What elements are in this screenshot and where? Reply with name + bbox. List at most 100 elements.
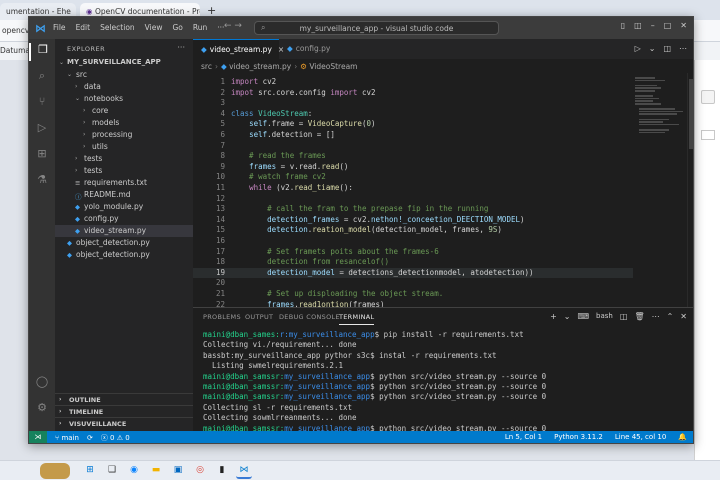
outline-section[interactable]: › OUTLINE	[55, 393, 193, 405]
tree-folder[interactable]: › core	[55, 105, 193, 117]
tree-file[interactable]: ≡ requirements.txt	[55, 177, 193, 189]
back-arrow-icon[interactable]: ←	[224, 21, 232, 31]
testing-flask-icon[interactable]: ⚗	[33, 173, 51, 191]
tree-folder[interactable]: ⌄ notebooks	[55, 93, 193, 105]
remote-indicator-icon[interactable]: ⋊	[29, 431, 47, 443]
maximize-panel-icon[interactable]: ⌃	[667, 312, 674, 321]
browser-address-fragment[interactable]: opencv	[2, 26, 29, 35]
close-panel-icon[interactable]: ✕	[680, 312, 687, 321]
code-line[interactable]: frames = v.read.read()	[231, 162, 348, 171]
visuveillance-section[interactable]: › VISUVEILLANCE	[55, 417, 193, 429]
panel-tab-problems[interactable]: PROBLEMS	[203, 313, 241, 321]
tree-folder[interactable]: › data	[55, 81, 193, 93]
task-view-icon[interactable]: ❑	[104, 463, 120, 479]
explorer-icon[interactable]: ❐	[29, 43, 55, 61]
account-icon[interactable]: ◯	[33, 375, 51, 393]
menu-item-file[interactable]: File	[53, 23, 66, 32]
close-window-button[interactable]: ✕	[680, 21, 687, 30]
menu-item-go[interactable]: Go	[172, 23, 182, 32]
panel-tab-output[interactable]: OUTPUT	[245, 313, 273, 321]
extensions-icon[interactable]: ⊞	[33, 147, 51, 165]
command-center-search[interactable]: ⌕ my_surveillance_app - visual studio cod…	[254, 21, 499, 35]
editor-scrollbar[interactable]	[687, 73, 693, 307]
code-line[interactable]: import cv2	[231, 77, 276, 86]
split-terminal-icon[interactable]: ◫	[620, 312, 628, 321]
breadcrumb-item[interactable]: video_stream.py	[229, 62, 291, 71]
file-explorer-icon[interactable]: ▬	[148, 463, 164, 479]
shell-name[interactable]: bash	[596, 312, 613, 321]
code-line[interactable]: impot src.core.config import cv2	[231, 88, 376, 97]
code-line[interactable]: # Set up disploading the object stream.	[231, 289, 443, 298]
code-line[interactable]: frames.read1ontion(frames)	[231, 300, 384, 307]
menu-item-run[interactable]: Run	[193, 23, 207, 32]
menu-item-edit[interactable]: Edit	[76, 23, 91, 32]
tree-folder[interactable]: ⌄ src	[55, 69, 193, 81]
maximize-button[interactable]: □	[664, 21, 672, 30]
tree-folder[interactable]: › tests	[55, 165, 193, 177]
python-interpreter[interactable]: Python 3.11.2	[554, 433, 603, 441]
search-icon[interactable]: ⌕	[33, 69, 51, 87]
tree-folder[interactable]: › models	[55, 117, 193, 129]
code-line[interactable]: # Set framets poits about the frames-6	[231, 247, 439, 256]
code-line[interactable]: detection_model = detections_detectionmo…	[231, 268, 533, 277]
windows-start-icon[interactable]: ⊞	[82, 463, 98, 479]
more-actions-icon[interactable]: ···	[177, 43, 185, 52]
code-line[interactable]: # read the frames	[231, 151, 326, 160]
notifications-bell-icon[interactable]: 🔔	[678, 433, 687, 441]
more-actions-icon[interactable]: ⋯	[679, 44, 687, 53]
tree-file[interactable]: ⓘ README.md	[55, 189, 193, 201]
layout-split-icon[interactable]: ◫	[634, 21, 642, 30]
breadcrumb-item[interactable]: src	[201, 62, 212, 71]
code-line[interactable]: # call the fram to the prepase fip in th…	[231, 204, 488, 213]
tree-folder[interactable]: › tests	[55, 153, 193, 165]
edge-browser-icon[interactable]: ◉	[126, 463, 142, 479]
panel-tab-terminal[interactable]: TERMINAL	[339, 313, 375, 325]
add-terminal-icon[interactable]: +	[550, 312, 557, 321]
code-line[interactable]: while (v2.read_tiame():	[231, 183, 353, 192]
problems-count[interactable]: ⓧ 0 ⚠ 0	[101, 433, 130, 443]
code-editor[interactable]: 1 import cv2 2 impot src.core.config import…	[193, 73, 693, 307]
line-col-indicator[interactable]: Line 45, col 10	[615, 433, 666, 441]
tree-file[interactable]: ◆ config.py	[55, 213, 193, 225]
split-editor-icon[interactable]: ◫	[663, 44, 671, 53]
code-line[interactable]: class VideoStream:	[231, 109, 312, 118]
trash-icon[interactable]: 🗑	[634, 312, 644, 321]
forward-arrow-icon[interactable]: →	[234, 21, 242, 31]
branch-indicator[interactable]: ⑂ main	[55, 434, 79, 442]
tree-root-folder[interactable]: ⌄ MY_SURVEILLANCE_APP	[55, 57, 193, 69]
code-line[interactable]: self.detection = []	[231, 130, 335, 139]
scrollbar-thumb[interactable]	[689, 79, 693, 149]
timeline-section[interactable]: › TIMELINE	[55, 405, 193, 417]
run-debug-icon[interactable]: ▷	[33, 121, 51, 139]
gear-icon[interactable]: ⚙	[33, 401, 51, 419]
tree-file[interactable]: ◆ object_detection.py	[55, 249, 193, 261]
source-control-icon[interactable]: ⑂	[33, 95, 51, 113]
minimize-button[interactable]: –	[651, 21, 655, 30]
terminal-app-icon[interactable]: ▮	[214, 463, 230, 479]
panel-tab-debug-console[interactable]: DEBUG CONSOLE	[279, 313, 340, 321]
menu-item-view[interactable]: View	[145, 23, 163, 32]
menu-item-selection[interactable]: Selection	[100, 23, 135, 32]
tab-video-stream[interactable]: ◆ video_stream.py ×	[193, 39, 284, 59]
code-line[interactable]: self.frame = VideoCapture(0)	[231, 119, 375, 128]
tree-file[interactable]: ◆ object_detection.py	[55, 237, 193, 249]
breadcrumb-item[interactable]: VideoStream	[309, 62, 357, 71]
tab-config[interactable]: ◆ config.py	[279, 39, 351, 59]
code-line[interactable]: detection from resancelof()	[231, 257, 389, 266]
code-line[interactable]: detection_frames = cv2.nethon!_conceetio…	[231, 215, 524, 224]
tree-file[interactable]: ◆ yolo_module.py	[55, 201, 193, 213]
minimap[interactable]	[633, 77, 683, 137]
run-icon[interactable]: ▷	[635, 44, 641, 53]
sync-icon[interactable]: ⟳	[87, 434, 93, 442]
store-icon[interactable]: ▣	[170, 463, 186, 479]
tree-folder[interactable]: › processing	[55, 129, 193, 141]
vscode-taskbar-icon[interactable]: ⋈	[236, 463, 252, 479]
chevron-down-icon[interactable]: ⌄	[649, 44, 656, 53]
tree-folder[interactable]: › utils	[55, 141, 193, 153]
code-line[interactable]: # watch frame cv2	[231, 172, 326, 181]
code-line[interactable]: detection.reation_model(detection_model,…	[231, 225, 502, 234]
chevron-down-icon[interactable]: ⌄	[564, 312, 571, 321]
layout-icon[interactable]: ▯	[621, 21, 625, 30]
tree-file[interactable]: ◆ video_stream.py	[55, 225, 193, 237]
more-actions-icon[interactable]: ⋯	[652, 312, 660, 321]
